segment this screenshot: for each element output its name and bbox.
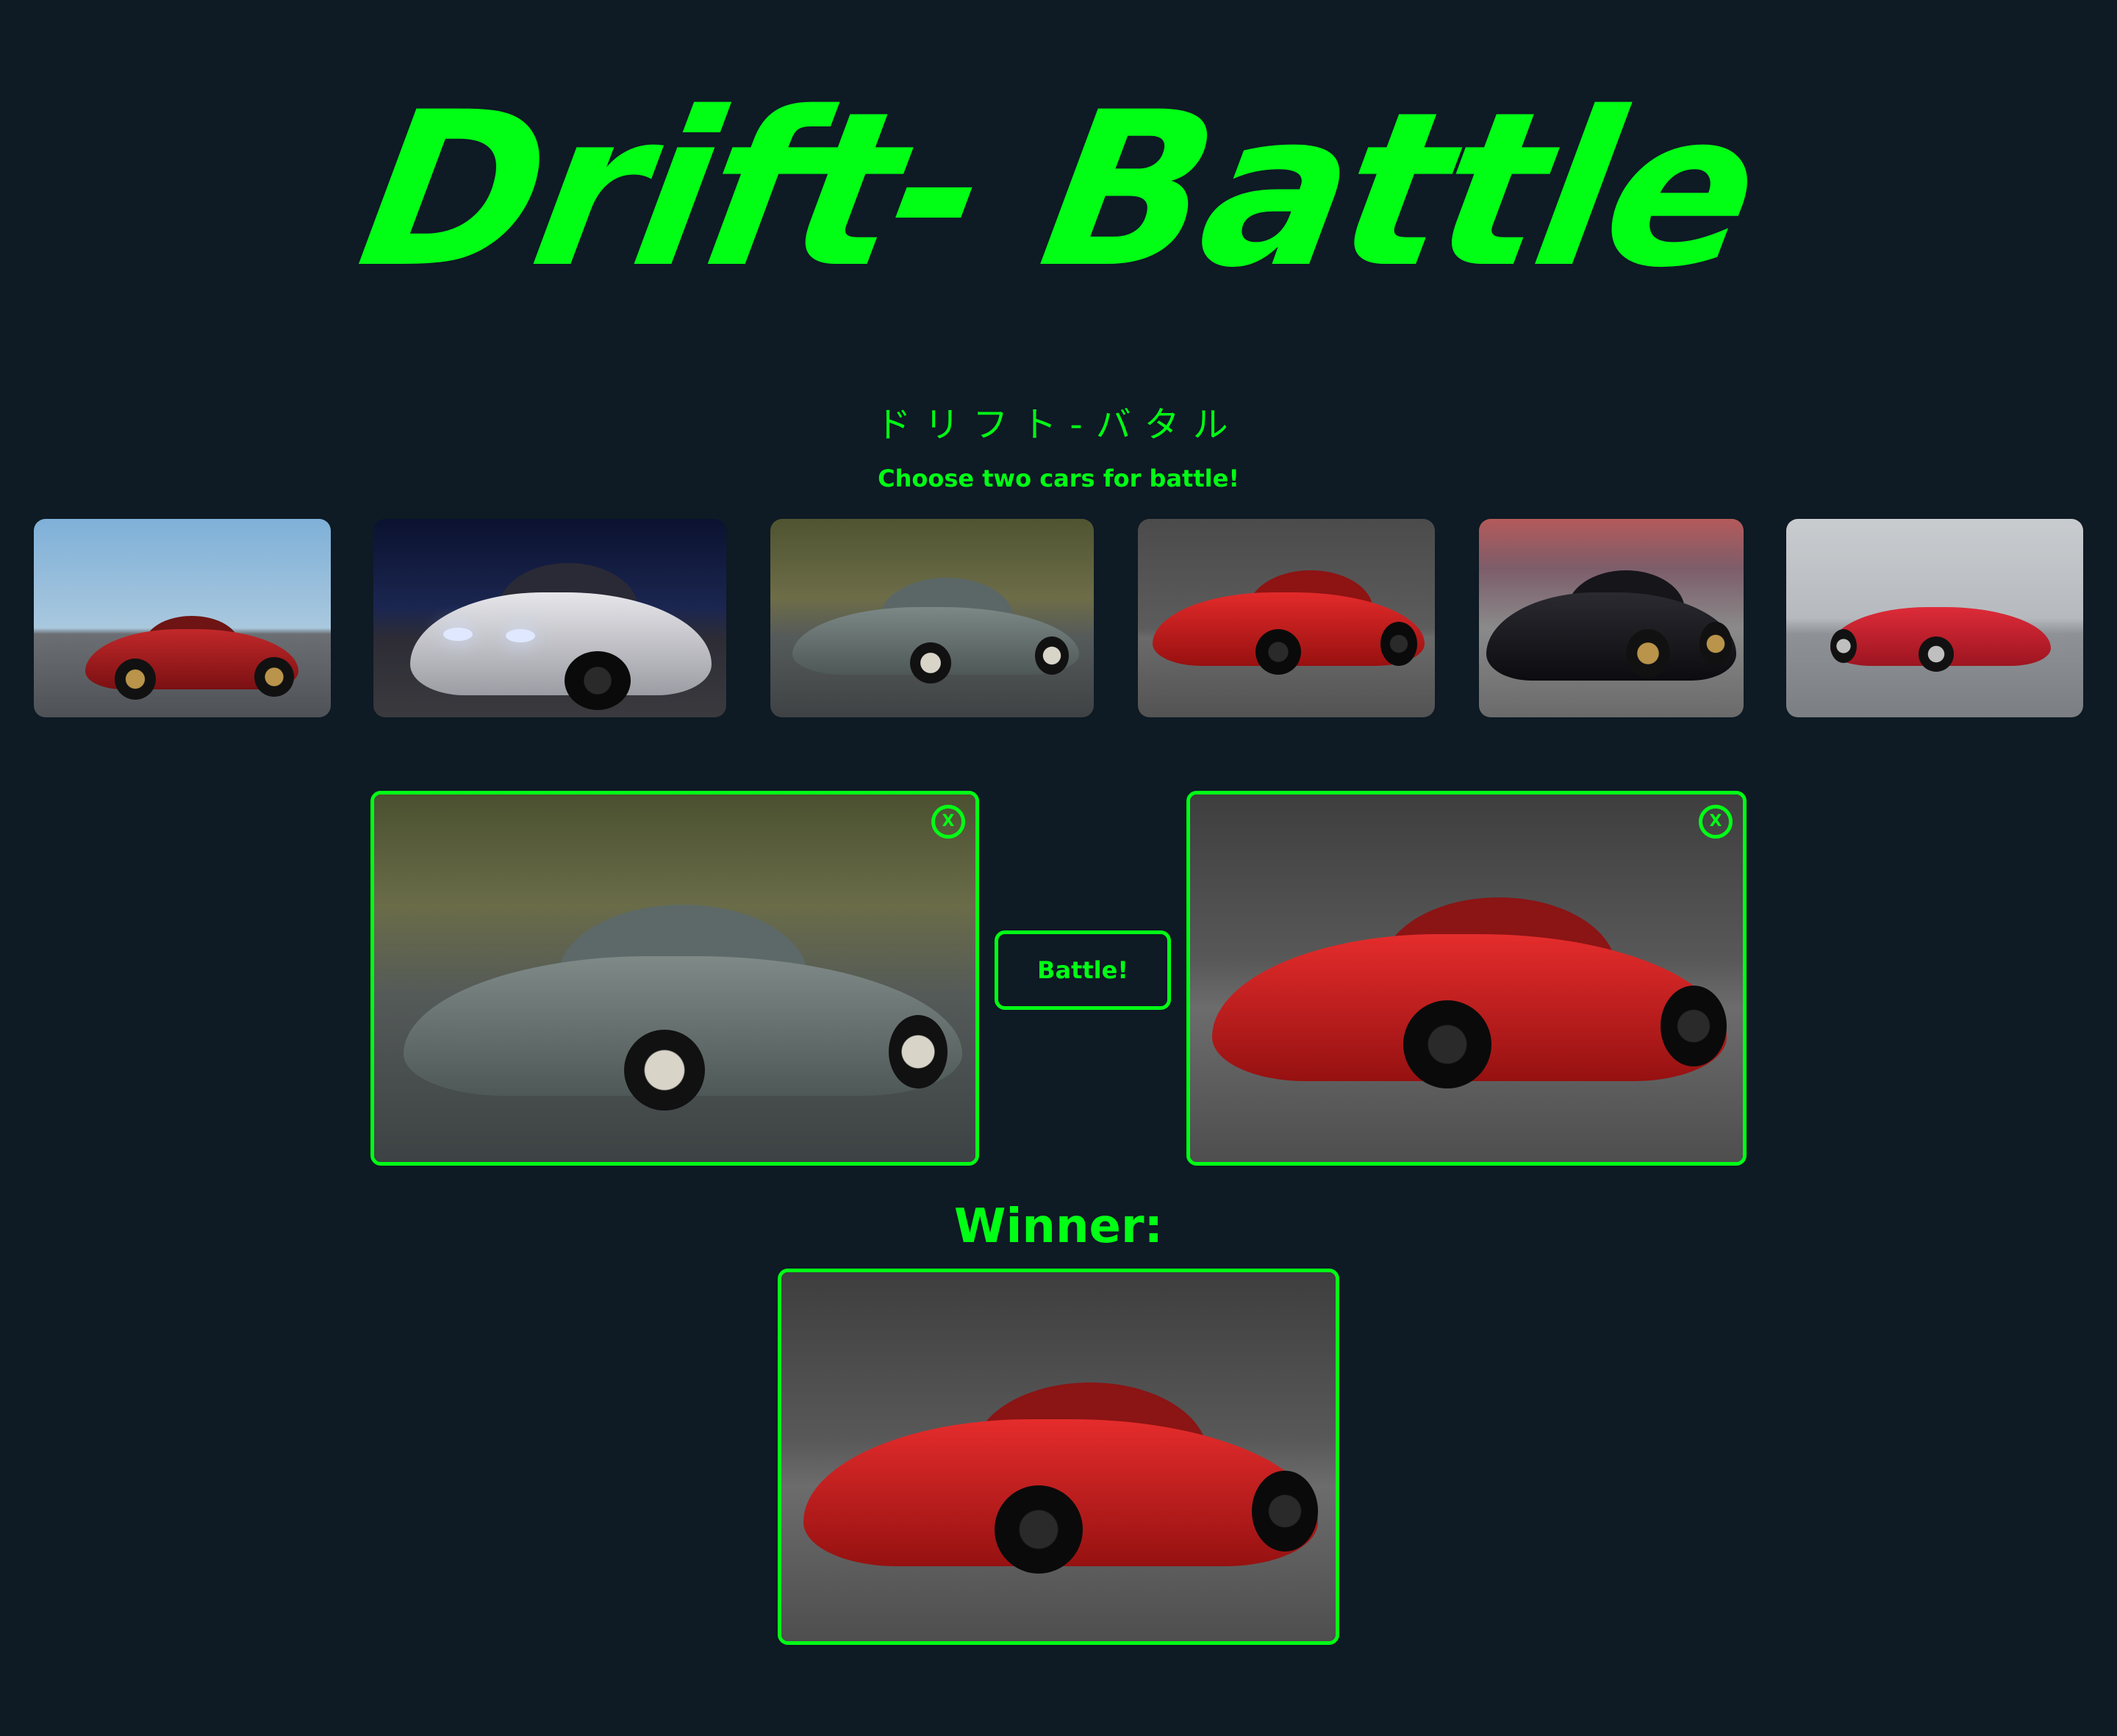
car-thumb-red-miata[interactable] <box>1786 519 2083 717</box>
battle-button[interactable]: Battle! <box>995 930 1171 1010</box>
car-image <box>1479 519 1744 717</box>
japanese-subtitle: ドリフト-バタル <box>875 404 1242 445</box>
battle-slot-left[interactable]: X <box>370 791 979 1166</box>
instruction-text: Choose two cars for battle! <box>878 465 1239 492</box>
page: Drift- Battle ドリフト-バタル Choose two cars f… <box>0 0 2117 1736</box>
selected-car-image <box>1190 795 1743 1162</box>
selected-car-image <box>374 795 975 1162</box>
car-image <box>1786 519 2083 717</box>
car-thumb-black-supra[interactable] <box>1479 519 1744 717</box>
remove-right-car-button[interactable]: X <box>1699 805 1733 839</box>
car-thumb-red-350z[interactable] <box>1138 519 1435 717</box>
car-thumb-grey-ae86[interactable] <box>770 519 1094 717</box>
car-image <box>373 519 726 717</box>
battle-slot-right[interactable]: X <box>1186 791 1747 1166</box>
car-image <box>1138 519 1435 717</box>
car-image <box>770 519 1094 717</box>
winner-car-image <box>781 1272 1336 1641</box>
car-thumb-red-rx7[interactable] <box>34 519 331 717</box>
winner-car <box>778 1269 1339 1645</box>
car-image <box>34 519 331 717</box>
winner-label: Winner: <box>953 1199 1164 1254</box>
remove-left-car-button[interactable]: X <box>931 805 965 839</box>
car-thumb-white-silvia[interactable] <box>373 519 726 717</box>
page-title: Drift- Battle <box>345 67 1772 315</box>
